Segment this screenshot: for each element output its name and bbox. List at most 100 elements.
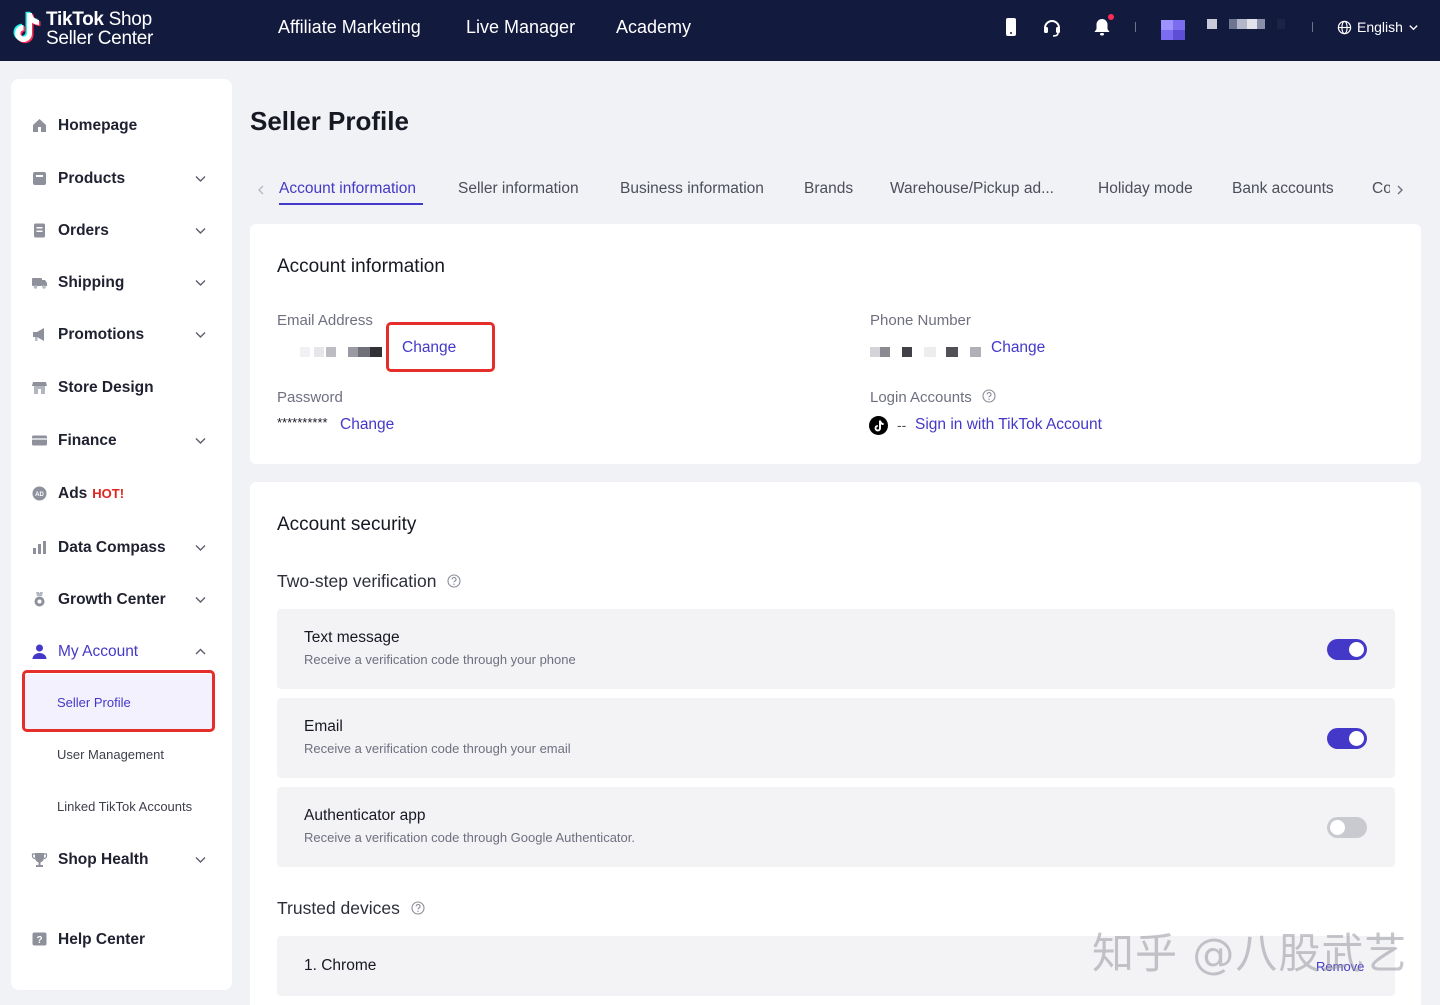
sidebar-item-label: Homepage: [58, 117, 138, 134]
chevron-down-icon: [195, 332, 206, 338]
chevron-down-icon: [1409, 24, 1418, 30]
tab-seller-information[interactable]: Seller information: [458, 179, 579, 199]
sidebar-item-ads[interactable]: AD Ads HOT!: [11, 472, 232, 516]
globe-icon: [1337, 20, 1352, 34]
sidebar-item-label: Promotions: [58, 326, 145, 343]
tiktok-shop-logo[interactable]: TikTok Shop Seller Center: [10, 8, 160, 52]
sidebar-item-label: Store Design: [58, 379, 154, 396]
medal-icon: [34, 592, 45, 607]
sidebar-item-my-account[interactable]: My Account: [11, 630, 232, 674]
tab-business-information[interactable]: Business information: [620, 179, 764, 199]
sidebar-item-orders[interactable]: Orders: [11, 209, 232, 253]
user-icon: [32, 644, 47, 659]
sidebar-item-label: Shipping: [58, 274, 125, 291]
row-title: Authenticator app: [304, 807, 426, 824]
chevron-down-icon: [195, 280, 206, 286]
shop-name-redacted[interactable]: [1207, 18, 1287, 29]
chevron-right-icon[interactable]: [1395, 184, 1405, 196]
active-tab-underline: [279, 203, 423, 205]
phone-number-label: Phone Number: [870, 312, 971, 329]
chevron-up-icon: [195, 648, 206, 655]
password-label: Password: [277, 389, 343, 406]
tab-truncated[interactable]: Co: [1372, 179, 1390, 199]
sidebar-item-label: Shop Health: [58, 851, 149, 868]
divider: [1135, 22, 1136, 32]
phone-icon[interactable]: [1000, 16, 1022, 38]
brand-line-1: TikTok Shop: [46, 9, 152, 30]
chevron-down-icon: [195, 438, 206, 444]
sidebar-item-promotions[interactable]: Promotions: [11, 313, 232, 357]
chevron-left-icon[interactable]: [256, 184, 266, 196]
page-title: Seller Profile: [250, 106, 409, 136]
chevron-down-icon: [195, 176, 206, 182]
trusted-devices-heading: Trusted devices: [277, 897, 425, 919]
svg-text:?: ?: [36, 935, 42, 946]
text-message-toggle[interactable]: [1327, 639, 1367, 660]
tab-holiday-mode[interactable]: Holiday mode: [1098, 179, 1193, 199]
language-selector[interactable]: English: [1337, 17, 1419, 37]
tab-account-information[interactable]: Account information: [279, 179, 416, 199]
help-question-icon[interactable]: [411, 901, 425, 915]
nav-live-manager[interactable]: Live Manager: [466, 16, 575, 38]
shop-avatar[interactable]: [1160, 17, 1186, 41]
nav-academy[interactable]: Academy: [616, 16, 691, 38]
help-icon: ?: [32, 932, 47, 946]
chevron-down-icon: [195, 545, 206, 551]
tab-warehouse-pickup[interactable]: Warehouse/Pickup ad...: [890, 179, 1054, 199]
phone-value-redacted: [870, 347, 981, 357]
email-label: Email Address: [277, 312, 373, 329]
two-step-text: Two-step verification: [277, 571, 437, 591]
sidebar-item-finance[interactable]: Finance: [11, 419, 232, 463]
sidebar-item-store-design[interactable]: Store Design: [11, 366, 232, 410]
login-accounts-text: Login Accounts: [870, 389, 972, 406]
authenticator-app-toggle[interactable]: [1327, 817, 1367, 838]
sidebar: Homepage Products Orders Shipping Promotions…: [11, 79, 232, 990]
sidebar-sub-user-management[interactable]: User Management: [57, 745, 164, 765]
sidebar-item-shipping[interactable]: Shipping: [11, 261, 232, 305]
login-account-value: --: [897, 417, 907, 433]
sidebar-item-products[interactable]: Products: [11, 157, 232, 201]
email-row: Email Receive a verification code throug…: [277, 698, 1395, 778]
sidebar-item-label: Data Compass: [58, 539, 166, 556]
divider: [1312, 22, 1313, 32]
chevron-down-icon: [195, 857, 206, 863]
chevron-down-icon: [195, 228, 206, 234]
toggle-knob: [1349, 731, 1364, 746]
sidebar-item-shop-health[interactable]: Shop Health: [11, 838, 232, 882]
row-description: Receive a verification code through your…: [304, 741, 571, 756]
sidebar-item-growth-center[interactable]: Growth Center: [11, 578, 232, 622]
two-step-verification-heading: Two-step verification: [277, 570, 461, 592]
device-name: 1. Chrome: [304, 957, 377, 974]
trusted-devices-text: Trusted devices: [277, 898, 400, 918]
help-question-icon[interactable]: [982, 389, 996, 403]
sidebar-item-label: Help Center: [58, 931, 145, 948]
change-password-link[interactable]: Change: [340, 415, 394, 435]
change-phone-link[interactable]: Change: [991, 338, 1045, 358]
toggle-knob: [1330, 820, 1345, 835]
sidebar-sub-linked-tiktok-accounts[interactable]: Linked TikTok Accounts: [57, 797, 192, 817]
sign-in-tiktok-link[interactable]: Sign in with TikTok Account: [915, 415, 1102, 435]
help-question-icon[interactable]: [447, 574, 461, 588]
change-email-highlight-box: [386, 322, 495, 372]
row-title: Text message: [304, 629, 400, 646]
sidebar-item-label: Orders: [58, 222, 109, 239]
trophy-icon: [31, 853, 48, 867]
row-title: Email: [304, 718, 343, 735]
sidebar-item-homepage[interactable]: Homepage: [11, 104, 232, 148]
sidebar-item-label: Growth Center: [58, 591, 166, 608]
headset-icon[interactable]: [1041, 16, 1063, 38]
notification-bell[interactable]: [1091, 14, 1114, 38]
sidebar-item-data-compass[interactable]: Data Compass: [11, 526, 232, 570]
megaphone-icon: [33, 328, 44, 341]
sidebar-item-help-center[interactable]: ? Help Center: [11, 918, 232, 962]
email-toggle[interactable]: [1327, 728, 1367, 749]
tab-brands[interactable]: Brands: [804, 179, 853, 199]
truck-icon: [32, 278, 47, 289]
notification-dot: [1108, 14, 1114, 20]
products-icon: [33, 172, 46, 185]
orders-icon: [34, 223, 45, 238]
top-navigation-bar: TikTok Shop Seller Center Affiliate Mark…: [0, 0, 1440, 61]
row-description: Receive a verification code through your…: [304, 652, 576, 667]
nav-affiliate-marketing[interactable]: Affiliate Marketing: [278, 16, 421, 38]
tab-bank-accounts[interactable]: Bank accounts: [1232, 179, 1334, 199]
